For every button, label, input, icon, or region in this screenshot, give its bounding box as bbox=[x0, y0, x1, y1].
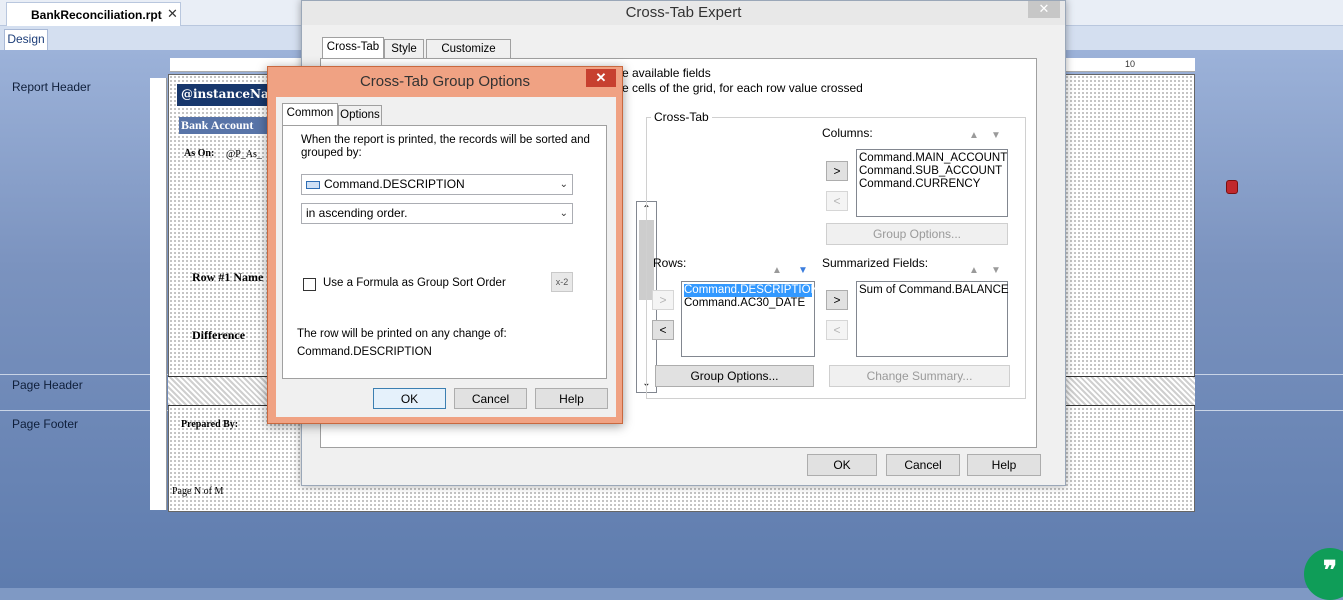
summarized-fields-list[interactable]: Sum of Command.BALANCE bbox=[856, 281, 1009, 357]
cancel-button[interactable]: Cancel bbox=[454, 388, 527, 409]
label-as-on[interactable]: As On: bbox=[184, 148, 214, 159]
move-up-icon[interactable]: ▲ bbox=[969, 130, 979, 141]
formula-sort-label[interactable]: Use a Formula as Group Sort Order bbox=[323, 277, 506, 289]
selected-field: Command.DESCRIPTION bbox=[324, 177, 465, 191]
add-row-button[interactable]: > bbox=[652, 290, 674, 310]
change-summary-button[interactable]: Change Summary... bbox=[829, 365, 1010, 387]
instruction-text: e available fields bbox=[622, 66, 711, 80]
move-up-icon[interactable]: ▲ bbox=[772, 265, 782, 276]
chat-bubble-icon[interactable]: ❞ bbox=[1304, 548, 1343, 600]
field-instance-name[interactable]: @instanceNam bbox=[177, 84, 272, 106]
move-down-icon[interactable]: ▼ bbox=[798, 265, 808, 276]
document-tab-label: BankReconciliation.rpt bbox=[31, 8, 162, 22]
group-box-label: Cross-Tab bbox=[651, 110, 712, 124]
remove-summary-button[interactable]: < bbox=[826, 320, 848, 340]
field-difference[interactable]: Difference bbox=[192, 328, 270, 343]
field-page-n-of-m[interactable]: Page N of M bbox=[172, 486, 223, 497]
tab-common[interactable]: Common bbox=[282, 103, 338, 126]
sort-order-select[interactable]: in ascending order. ⌄ bbox=[301, 203, 573, 224]
rows-group-options-button[interactable]: Group Options... bbox=[655, 365, 814, 387]
field-icon bbox=[306, 180, 320, 189]
move-down-icon[interactable]: ▼ bbox=[991, 130, 1001, 141]
list-item[interactable]: Sum of Command.BALANCE bbox=[859, 284, 1009, 297]
formula-sort-checkbox[interactable] bbox=[303, 278, 316, 291]
sort-description: When the report is printed, the records … bbox=[301, 134, 590, 159]
object-marker-icon[interactable] bbox=[1226, 180, 1238, 194]
tab-style[interactable]: Style bbox=[384, 39, 424, 59]
close-icon[interactable]: ✕ bbox=[1028, 1, 1060, 18]
move-up-icon[interactable]: ▲ bbox=[969, 265, 979, 276]
move-down-icon[interactable]: ▼ bbox=[991, 265, 1001, 276]
vertical-ruler bbox=[150, 78, 167, 510]
common-panel: When the report is printed, the records … bbox=[282, 125, 607, 379]
remove-row-button[interactable]: < bbox=[652, 320, 674, 340]
cancel-button[interactable]: Cancel bbox=[886, 454, 960, 476]
field-bank-account[interactable]: Bank Account bbox=[179, 117, 272, 134]
chevron-down-icon: ⌄ bbox=[559, 208, 568, 219]
add-summary-button[interactable]: > bbox=[826, 290, 848, 310]
add-column-button[interactable]: > bbox=[826, 161, 848, 181]
list-item[interactable]: Command.DESCRIPTION bbox=[684, 284, 819, 297]
instruction-text: e cells of the grid, for each row value … bbox=[622, 81, 863, 95]
columns-label: Columns: bbox=[822, 126, 873, 140]
list-item[interactable]: Command.SUB_ACCOUNT bbox=[859, 165, 1005, 178]
field-prepared-by[interactable]: Prepared By: bbox=[181, 419, 238, 430]
document-tab-bankreconciliation[interactable]: BankReconciliation.rpt ✕ bbox=[6, 2, 181, 26]
rows-list[interactable]: Command.DESCRIPTION Command.AC30_DATE bbox=[681, 281, 819, 357]
selected-order: in ascending order. bbox=[306, 206, 408, 220]
list-item[interactable]: Command.MAIN_ACCOUNT bbox=[859, 152, 1007, 165]
list-item[interactable]: Command.CURRENCY bbox=[859, 178, 1005, 191]
help-button[interactable]: Help bbox=[535, 388, 608, 409]
dialog-title: Cross-Tab Expert bbox=[302, 1, 1065, 25]
remove-column-button[interactable]: < bbox=[826, 191, 848, 211]
chevron-down-icon: ⌄ bbox=[559, 179, 568, 190]
formula-editor-icon[interactable]: x-2 bbox=[551, 272, 573, 292]
field-row-name[interactable]: Row #1 Name bbox=[192, 270, 270, 285]
dialog-body: Common Options When the report is printe… bbox=[276, 97, 616, 417]
tab-cross-tab[interactable]: Cross-Tab bbox=[322, 37, 384, 59]
columns-list[interactable]: Command.MAIN_ACCOUNT Command.SUB_ACCOUNT… bbox=[856, 149, 1008, 217]
field-as-on-param[interactable]: @P_As_ bbox=[226, 149, 270, 160]
close-icon[interactable]: ✕ bbox=[586, 69, 616, 87]
ruler-label: 10 bbox=[1125, 59, 1136, 69]
summarized-fields-label: Summarized Fields: bbox=[822, 256, 929, 270]
group-field-select[interactable]: Command.DESCRIPTION ⌄ bbox=[301, 174, 573, 195]
close-icon[interactable]: ✕ bbox=[167, 6, 178, 22]
dialog-title: Cross-Tab Group Options bbox=[359, 73, 531, 90]
section-page-header[interactable]: Page Header bbox=[12, 378, 83, 392]
ok-button[interactable]: OK bbox=[373, 388, 446, 409]
ok-button[interactable]: OK bbox=[807, 454, 877, 476]
section-report-header[interactable]: Report Header bbox=[12, 80, 91, 94]
tab-options[interactable]: Options bbox=[338, 105, 382, 125]
section-page-footer[interactable]: Page Footer bbox=[12, 417, 78, 431]
tab-design[interactable]: Design bbox=[4, 29, 48, 50]
tab-customize-style[interactable]: Customize Style bbox=[426, 39, 511, 73]
help-button[interactable]: Help bbox=[967, 454, 1041, 476]
change-field: Command.DESCRIPTION bbox=[297, 346, 432, 358]
columns-group-options-button[interactable]: Group Options... bbox=[826, 223, 1008, 245]
rows-label: Rows: bbox=[653, 256, 687, 270]
change-description: The row will be printed on any change of… bbox=[297, 328, 507, 340]
list-item[interactable]: Command.AC30_DATE bbox=[684, 297, 812, 310]
cross-tab-group-options-dialog: Cross-Tab Group Options ✕ Common Options… bbox=[267, 66, 623, 424]
